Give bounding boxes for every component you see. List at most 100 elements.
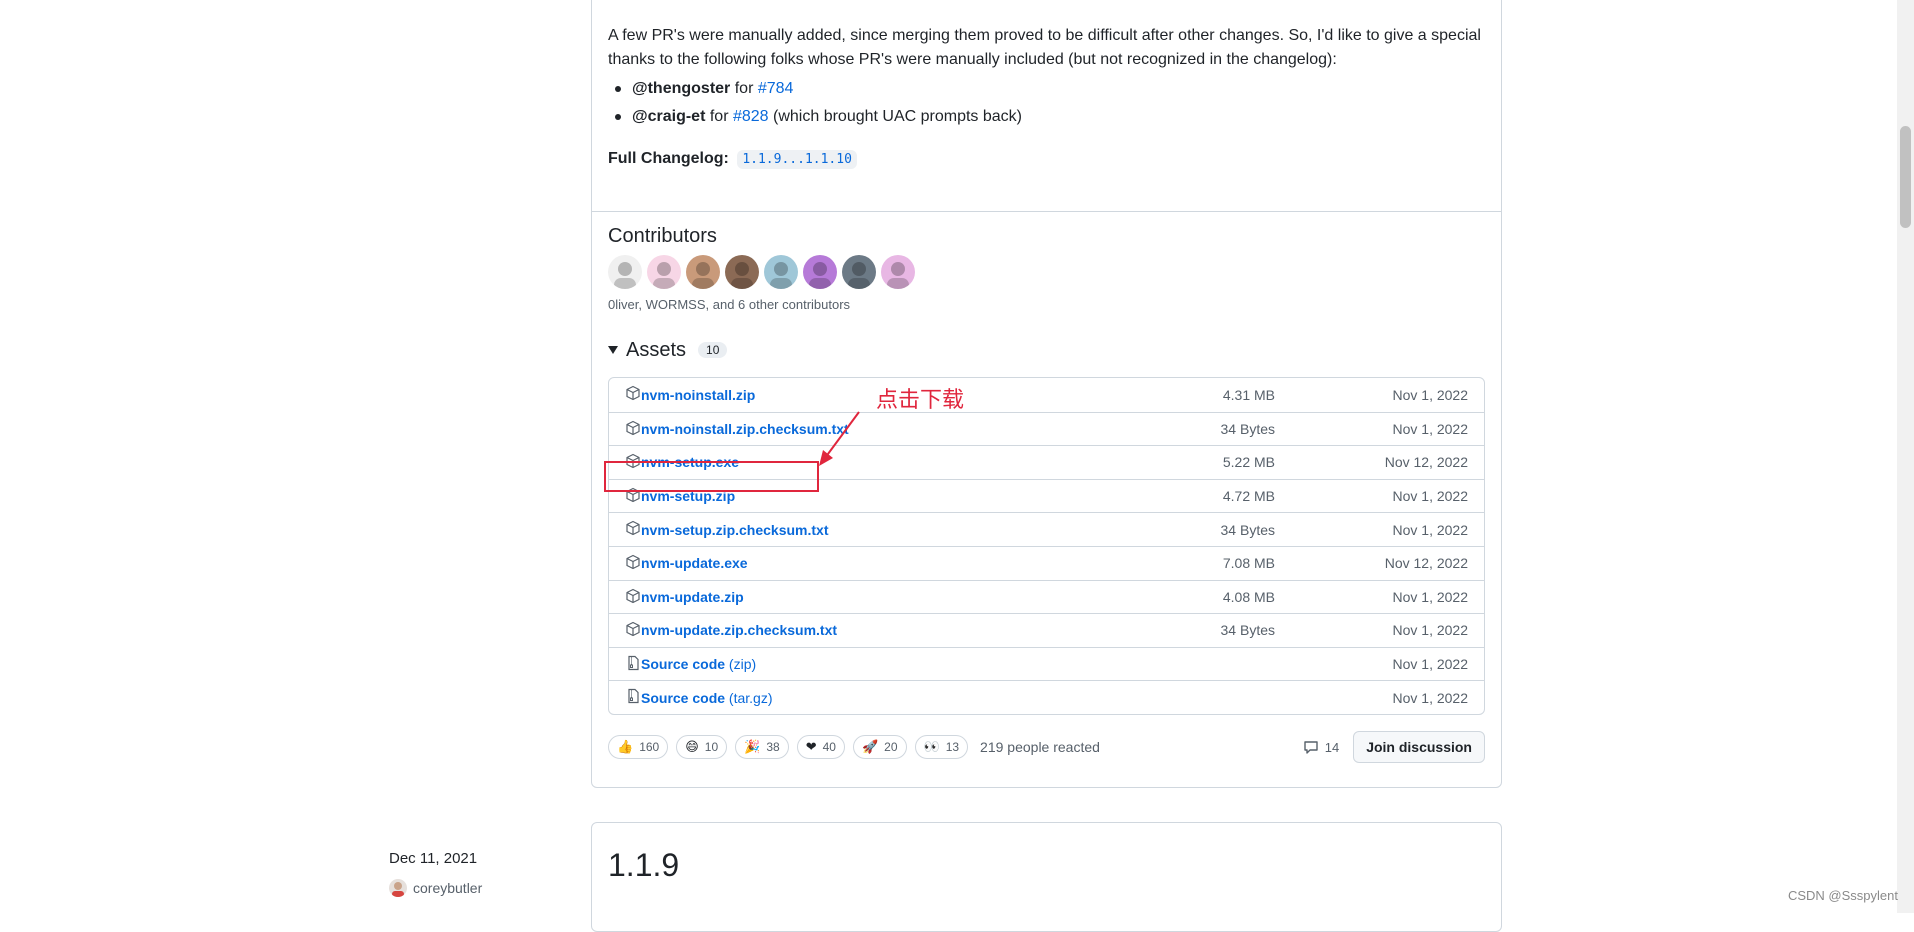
reaction-thumbs-up-button[interactable]: 👍 160 [608, 735, 669, 759]
scrollbar[interactable] [1897, 0, 1914, 913]
reaction-rocket-button[interactable]: 🚀 20 [852, 735, 907, 759]
list-item: @craig-et for #828 (which brought UAC pr… [615, 105, 1022, 133]
asset-row: nvm-update.zip.checksum.txt 34 Bytes Nov 1… [609, 613, 1484, 647]
reaction-count: 160 [639, 740, 660, 754]
asset-date: Nov 12, 2022 [1384, 454, 1468, 471]
assets-toggle[interactable]: Assets 10 [608, 337, 728, 363]
changelog-compare-link[interactable]: 1.1.9...1.1.10 [737, 150, 857, 169]
release-author[interactable]: coreybutler [389, 879, 482, 897]
asset-row: nvm-noinstall.zip 4.31 MB Nov 1, 2022 [609, 378, 1484, 412]
asset-name-text: nvm-update.zip [641, 588, 744, 605]
list-item-text: for [705, 108, 733, 125]
annotation-highlight-box [604, 461, 819, 492]
asset-row: nvm-noinstall.zip.checksum.txt 34 Bytes No… [609, 411, 1484, 446]
asset-date: Nov 1, 2022 [1392, 386, 1469, 403]
release-date: Dec 11, 2021 [389, 850, 478, 867]
asset-name-suffix: (zip) [725, 656, 757, 673]
reaction-count: 40 [822, 740, 836, 754]
section-divider [592, 211, 1501, 212]
reaction-eyes-button[interactable]: 👀 13 [914, 735, 969, 759]
changelog-label: Full Changelog: [608, 150, 729, 167]
file-zip-icon [628, 655, 639, 670]
asset-size: 4.31 MB [1222, 386, 1275, 403]
asset-download-link[interactable]: nvm-update.zip [641, 589, 744, 605]
asset-size: 4.72 MB [1222, 488, 1275, 505]
user-mention[interactable]: @thengoster [632, 80, 730, 97]
asset-date: Nov 12, 2022 [1384, 555, 1468, 572]
package-icon [626, 622, 640, 637]
asset-size: 7.08 MB [1222, 555, 1275, 572]
contributor-avatar[interactable] [725, 255, 759, 289]
asset-download-link[interactable]: Source code (zip) [641, 656, 756, 672]
package-icon [626, 554, 640, 570]
asset-name-text: nvm-setup.zip.checksum.txt [641, 521, 829, 538]
asset-download-link[interactable]: nvm-update.zip.checksum.txt [641, 622, 837, 638]
asset-row: Source code (tar.gz) Nov 1, 2022 [609, 680, 1484, 714]
pr-link[interactable]: #784 [758, 80, 794, 97]
asset-download-link[interactable]: nvm-noinstall.zip [641, 387, 755, 403]
heart-icon: ❤ [805, 739, 817, 754]
list-item: @thengoster for #784 [615, 77, 1022, 105]
asset-row: nvm-setup.zip.checksum.txt 34 Bytes Nov 1,… [609, 512, 1484, 546]
asset-name-suffix: (tar.gz) [725, 689, 773, 706]
contributor-avatar[interactable] [608, 255, 642, 289]
release-card: 1.1.9 [591, 822, 1502, 932]
pr-link[interactable]: #828 [733, 108, 769, 125]
asset-date: Nov 1, 2022 [1392, 656, 1469, 673]
list-item-note: (which brought UAC prompts back) [768, 108, 1022, 125]
release-title[interactable]: 1.1.9 [608, 847, 679, 884]
contributor-avatar[interactable] [764, 255, 798, 289]
discussion-area: 14 Join discussion [1303, 731, 1485, 763]
reaction-count: 38 [766, 740, 780, 754]
assets-count-badge: 10 [698, 342, 728, 358]
hooray-icon: 🎉 [744, 739, 761, 754]
join-discussion-button[interactable]: Join discussion [1353, 731, 1485, 763]
user-mention[interactable]: @craig-et [632, 108, 705, 125]
asset-date: Nov 1, 2022 [1392, 588, 1469, 605]
contributors-avatars [608, 255, 915, 289]
reactions-summary: 219 people reacted [980, 739, 1100, 755]
contributor-avatar[interactable] [686, 255, 720, 289]
asset-size: 4.08 MB [1222, 588, 1275, 605]
rocket-icon: 🚀 [861, 739, 879, 754]
asset-name-text: nvm-update.zip.checksum.txt [641, 622, 838, 639]
reaction-count: 10 [704, 740, 719, 754]
eyes-icon: 👀 [923, 739, 940, 754]
manual-pr-list: @thengoster for #784 @craig-et for #828 … [615, 77, 1022, 133]
asset-size: 34 Bytes [1220, 521, 1275, 538]
asset-row: nvm-update.zip 4.08 MB Nov 1, 2022 [609, 579, 1484, 614]
contributor-avatar[interactable] [647, 255, 681, 289]
asset-size: 5.22 MB [1222, 454, 1275, 471]
reaction-count: 13 [945, 740, 960, 754]
comments-count[interactable]: 14 [1303, 739, 1339, 755]
scrollbar-thumb[interactable] [1900, 126, 1911, 228]
reaction-laugh-button[interactable]: 😄 10 [676, 735, 728, 759]
contributors-heading: Contributors [608, 225, 717, 247]
asset-download-link[interactable]: nvm-update.exe [641, 555, 748, 571]
avatar [389, 879, 407, 897]
reactions-bar: 👍 160 😄 10 🎉 38 ❤ 40 🚀 20 👀 13 219 people reacted [608, 735, 1100, 759]
assets-heading: Assets [626, 338, 687, 361]
reaction-heart-button[interactable]: ❤ 40 [796, 735, 845, 759]
contributor-avatar[interactable] [881, 255, 915, 289]
assets-list: nvm-noinstall.zip 4.31 MB Nov 1, 2022 nvm-n… [608, 377, 1485, 715]
asset-row: nvm-update.exe 7.08 MB Nov 12, 2022 [609, 545, 1484, 580]
contributors-summary[interactable]: 0liver, WORMSS, and 6 other contributors [608, 297, 850, 312]
comment-icon [1304, 741, 1318, 754]
asset-download-link[interactable]: Source code (tar.gz) [641, 690, 773, 706]
asset-name-text: Source code [641, 656, 726, 673]
package-icon [626, 588, 640, 603]
asset-name-text: nvm-noinstall.zip [641, 386, 756, 403]
asset-download-link[interactable]: nvm-setup.zip.checksum.txt [641, 522, 829, 538]
contributor-avatar[interactable] [842, 255, 876, 289]
asset-date: Nov 1, 2022 [1392, 488, 1469, 505]
thumbs-up-icon: 👍 [617, 739, 634, 754]
reaction-hooray-button[interactable]: 🎉 38 [735, 735, 789, 759]
comments-count-text: 14 [1324, 739, 1340, 755]
full-changelog: Full Changelog: 1.1.9...1.1.10 [608, 147, 857, 172]
asset-date: Nov 1, 2022 [1392, 420, 1469, 437]
release-intro-text: A few PR's were manually added, since me… [608, 27, 1481, 68]
contributor-avatar[interactable] [803, 255, 837, 289]
caret-down-icon [608, 346, 618, 354]
file-zip-icon [628, 689, 639, 704]
